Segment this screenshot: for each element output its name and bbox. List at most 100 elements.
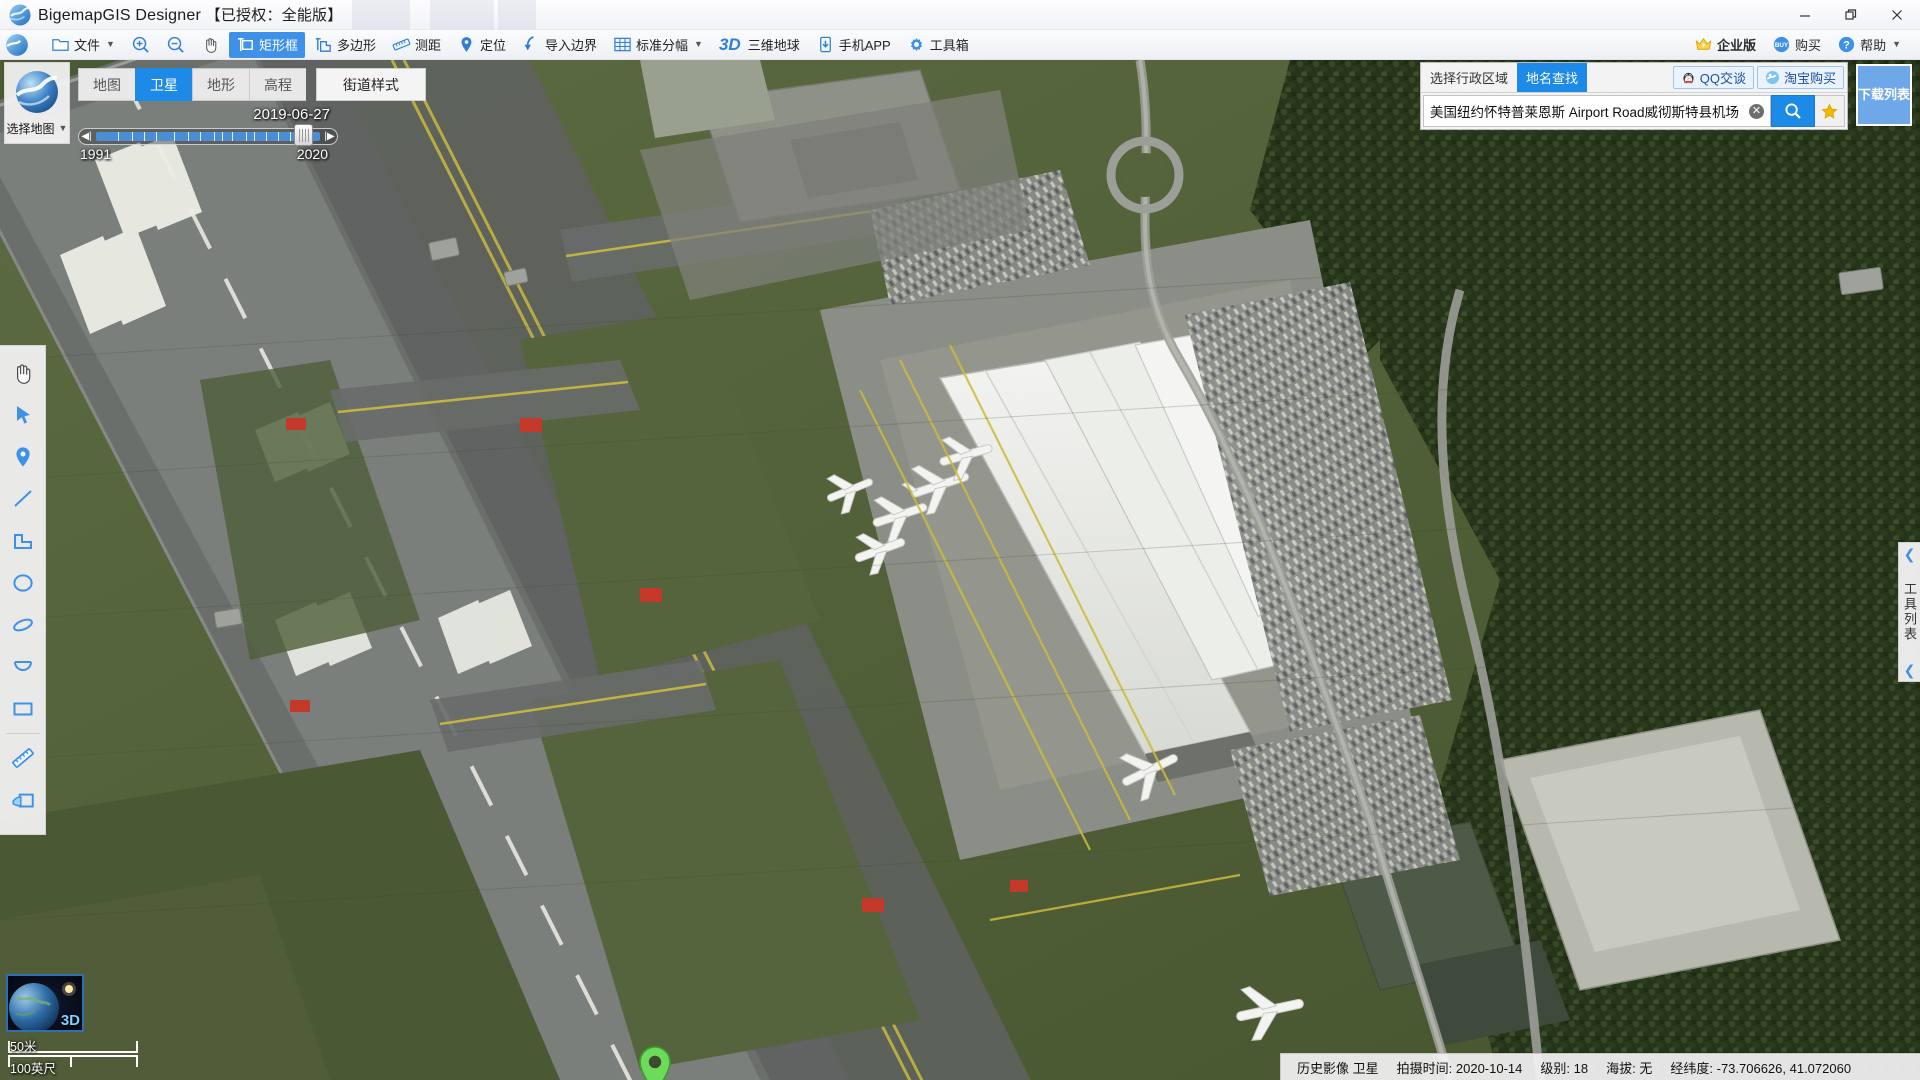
import-boundary-label: 导入边界 xyxy=(545,38,598,53)
satellite-imagery xyxy=(0,60,1920,1080)
rectangle-tool[interactable] xyxy=(3,688,43,730)
ruler-icon xyxy=(11,748,34,768)
status-altitude: 海拔: 无 xyxy=(1606,1058,1652,1077)
circle-icon xyxy=(12,574,33,592)
maximize-button[interactable] xyxy=(1828,0,1874,30)
scale-imperial-label: 100英尺 xyxy=(10,1062,56,1076)
favorite-button[interactable] xyxy=(1815,95,1845,127)
marker-point-tool[interactable] xyxy=(3,436,43,478)
standard-sheet-button[interactable]: 标准分幅 ▼ xyxy=(606,32,710,58)
download-list-button[interactable]: 下载列表 xyxy=(1856,64,1912,126)
tool-list-panel-toggle[interactable]: ❮ 工具列表 ❮ xyxy=(1898,542,1920,682)
grid-icon xyxy=(614,37,631,52)
crown-icon xyxy=(1695,37,1712,50)
clear-icon[interactable]: ✕ xyxy=(1749,103,1764,119)
history-next-arrow-icon[interactable]: |▶ xyxy=(322,131,337,142)
close-button[interactable] xyxy=(1874,0,1920,30)
page-title: BigemapGIS Designer 【已授权：全能版】 xyxy=(38,4,342,25)
status-capture-time: 拍摄时间: 2020-10-14 xyxy=(1397,1058,1523,1077)
history-current-date: 2019-06-27 xyxy=(253,106,330,123)
status-bar: 历史影像 卫星 拍摄时间: 2020-10-14 级别: 18 海拔: 无 经纬… xyxy=(1280,1053,1920,1080)
fill-icon xyxy=(11,793,34,808)
tab-placename-search[interactable]: 地名查找 xyxy=(1517,63,1588,92)
title-bar: BigemapGIS Designer 【已授权：全能版】 xyxy=(0,0,1920,30)
earth-globe-icon xyxy=(15,71,58,113)
locate-button[interactable]: 定位 xyxy=(450,32,513,58)
select-map-button[interactable]: 选择地图 ▼ xyxy=(4,62,70,144)
status-latlng: 经纬度: -73.706626, 41.072060 xyxy=(1670,1058,1851,1077)
help-button[interactable]: ? 帮助 ▼ xyxy=(1830,32,1908,58)
toolbox-button[interactable]: 工具箱 xyxy=(900,32,976,58)
history-slider-knob[interactable] xyxy=(294,124,313,146)
pan-tool-button[interactable] xyxy=(194,32,227,58)
buy-label: 购买 xyxy=(1795,38,1822,53)
map-viewport[interactable]: 选择地图 ▼ 地图 卫星 地形 高程 街道样式 2019-06-27 ◀| |▶… xyxy=(0,60,1920,1080)
search-input-row: ✕ xyxy=(1421,93,1847,129)
ruler-tool[interactable] xyxy=(3,737,43,779)
fill-tool[interactable] xyxy=(3,779,43,821)
toolbar-globe-icon[interactable] xyxy=(4,32,30,58)
polyline-tool[interactable] xyxy=(3,520,43,562)
file-menu-label: 文件 xyxy=(74,38,101,53)
buy-button[interactable]: BUY 购买 xyxy=(1765,32,1828,58)
ellipse-tool[interactable] xyxy=(3,604,43,646)
measure-distance-button[interactable]: 测距 xyxy=(385,32,448,58)
scale-metric-label: 50米 xyxy=(10,1040,37,1054)
rectangle-icon xyxy=(13,702,32,716)
tab-satellite[interactable]: 卫星 xyxy=(135,68,192,101)
polygon-icon xyxy=(315,37,331,52)
arc-tool[interactable] xyxy=(3,646,43,688)
cursor-select-tool[interactable] xyxy=(3,394,43,436)
search-panel: 选择行政区域 地名查找 QQ交谈 淘宝购买 美国纽约怀特普莱恩斯 Airport… xyxy=(1420,62,1848,130)
tab-elevation[interactable]: 高程 xyxy=(249,68,306,101)
enterprise-button[interactable]: 企业版 xyxy=(1687,32,1763,58)
polygon-button[interactable]: 多边形 xyxy=(307,32,383,58)
earth-3d-button[interactable]: 3D 三维地球 xyxy=(712,32,807,58)
history-prev-arrow-icon[interactable]: ◀| xyxy=(79,131,94,142)
line-tool[interactable] xyxy=(3,478,43,520)
rectangle-frame-icon xyxy=(237,37,253,52)
minimap-3d-thumbnail[interactable]: 3D xyxy=(6,974,84,1032)
scale-bar: 50米 100英尺 xyxy=(8,1036,138,1076)
status-altitude-value: 无 xyxy=(1639,1060,1653,1076)
hand-pan-icon xyxy=(206,38,217,53)
map-pin-icon xyxy=(15,447,30,467)
select-map-label-row: 选择地图 ▼ xyxy=(7,120,68,137)
toolbox-label: 工具箱 xyxy=(929,38,969,53)
status-layer: 历史影像 卫星 xyxy=(1297,1060,1379,1076)
3d-badge-icon: 3D xyxy=(718,34,741,54)
hand-pan-tool[interactable] xyxy=(3,352,43,394)
zoom-out-button[interactable] xyxy=(159,32,192,58)
street-style-button[interactable]: 街道样式 xyxy=(316,68,426,101)
circle-tool[interactable] xyxy=(3,562,43,604)
tab-terrain[interactable]: 地形 xyxy=(192,68,249,101)
rectangle-select-button[interactable]: 矩形框 xyxy=(228,31,305,58)
chevron-left-icon-top: ❮ xyxy=(1903,546,1916,562)
tab-map[interactable]: 地图 xyxy=(78,68,135,101)
import-boundary-button[interactable]: 导入边界 xyxy=(515,32,604,58)
history-imagery-slider[interactable]: 2019-06-27 ◀| |▶ 1991 2020 xyxy=(78,106,338,162)
chevron-down-icon: ▼ xyxy=(694,39,703,49)
taobao-buy-link[interactable]: 淘宝购买 xyxy=(1756,66,1844,89)
buy-badge-icon: BUY xyxy=(1773,36,1790,53)
zoom-in-button[interactable] xyxy=(124,32,157,58)
qq-penguin-icon xyxy=(1683,72,1694,85)
search-input[interactable] xyxy=(1424,96,1749,126)
mobile-app-button[interactable]: 手机APP xyxy=(809,32,898,58)
import-arrow-icon xyxy=(524,36,534,51)
app-title-text: BigemapGIS Designer xyxy=(38,7,201,24)
minimize-button[interactable] xyxy=(1782,0,1828,30)
titlebar-ghost-block-1 xyxy=(352,0,410,30)
history-start-year: 1991 xyxy=(80,146,112,162)
drawing-tool-palette xyxy=(0,345,46,835)
window-controls xyxy=(1782,0,1920,30)
status-latlng-label: 经纬度: xyxy=(1670,1060,1713,1076)
ruler-icon xyxy=(392,38,411,51)
search-button[interactable] xyxy=(1771,95,1815,127)
chevron-down-icon: ▼ xyxy=(1892,39,1901,49)
tab-select-region[interactable]: 选择行政区域 xyxy=(1421,63,1517,92)
file-menu-button[interactable]: 文件 ▼ xyxy=(44,32,122,58)
search-input-wrapper[interactable]: ✕ xyxy=(1423,95,1771,127)
location-marker-icon[interactable] xyxy=(638,1046,672,1080)
qq-chat-link[interactable]: QQ交谈 xyxy=(1672,66,1754,89)
